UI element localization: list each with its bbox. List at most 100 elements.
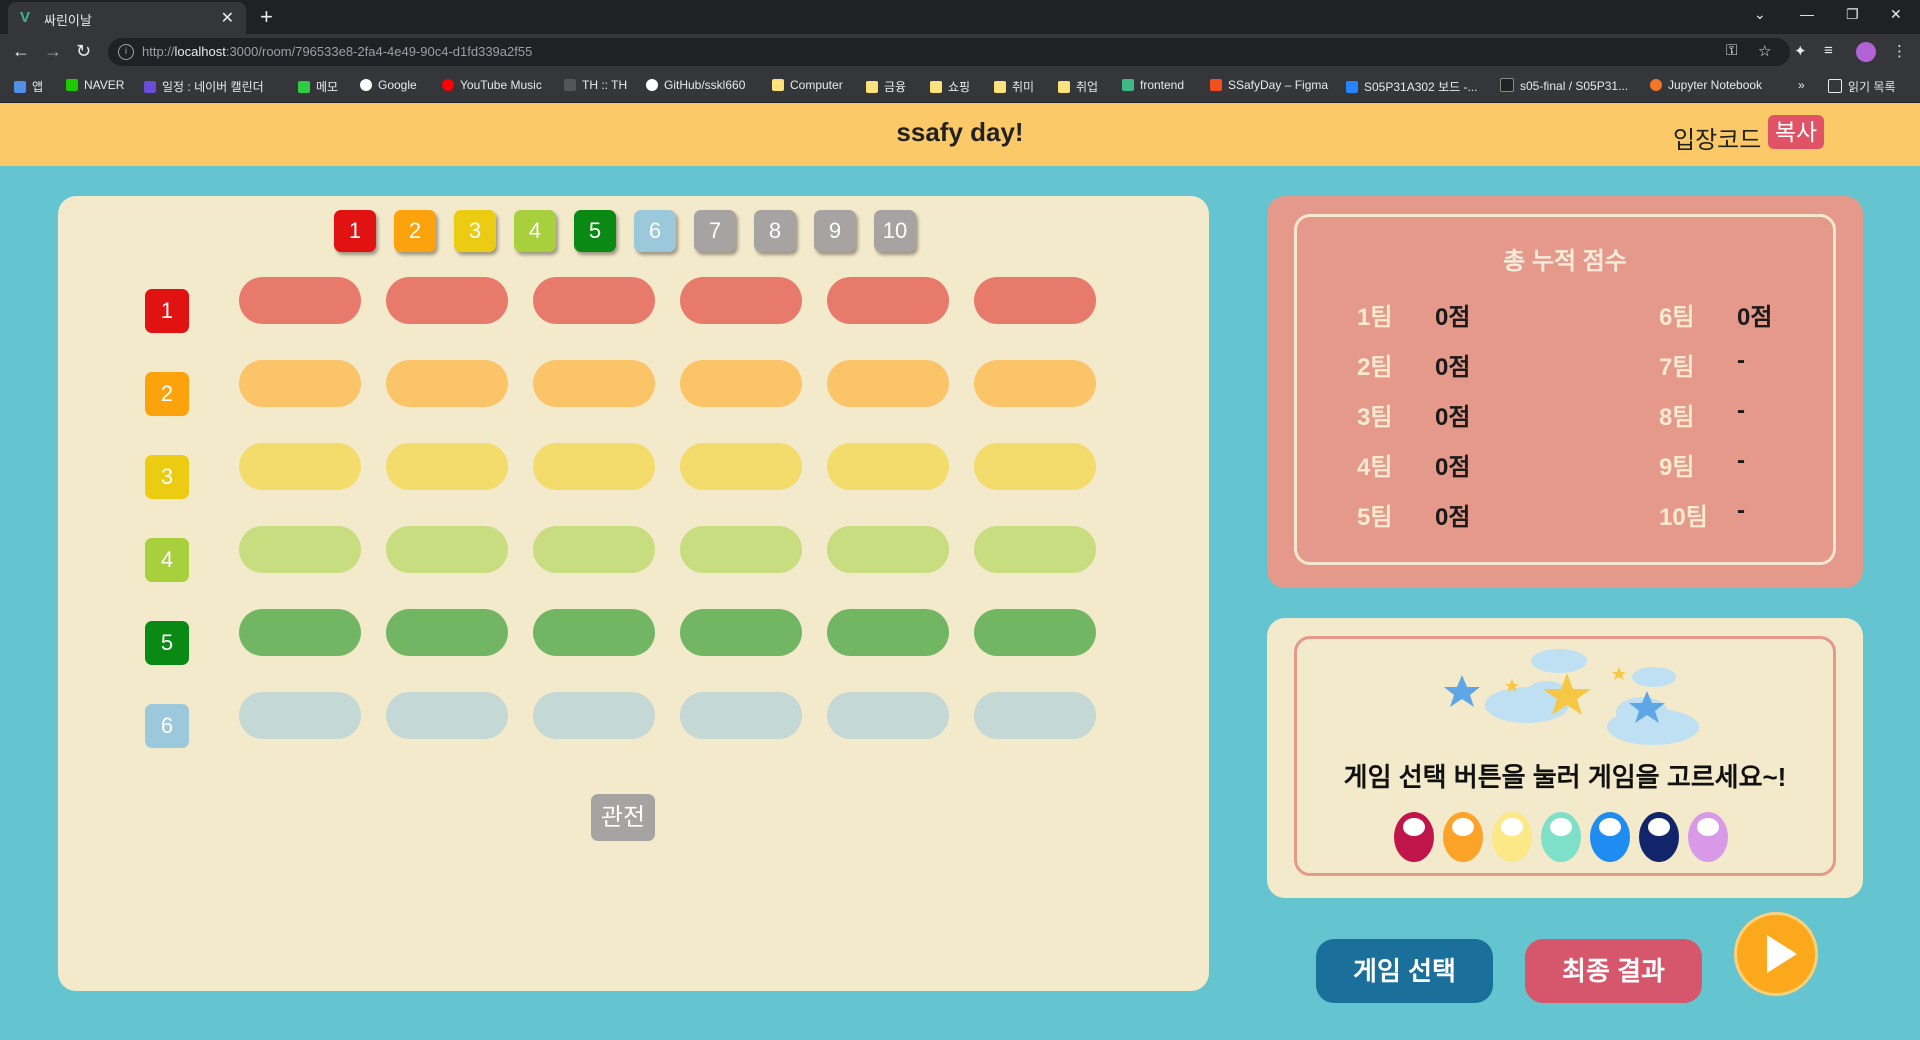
avatar[interactable] — [1856, 42, 1876, 62]
star-icon[interactable]: ☆ — [1758, 42, 1771, 60]
guide-panel: 게임 선택 버튼을 눌러 게임을 고르세요~! — [1267, 618, 1863, 898]
bookmark-folder-finance[interactable]: 금융 — [866, 78, 906, 95]
seat-slot[interactable] — [680, 692, 802, 739]
seat-slot[interactable] — [533, 609, 655, 656]
final-result-button[interactable]: 최종 결과 — [1525, 939, 1702, 1003]
seat-slot[interactable] — [533, 277, 655, 324]
seat-slot[interactable] — [827, 526, 949, 573]
seat-slot[interactable] — [239, 609, 361, 656]
seat-slot[interactable] — [533, 443, 655, 490]
seat-slot[interactable] — [239, 526, 361, 573]
seat-slot[interactable] — [827, 277, 949, 324]
seat-slot[interactable] — [533, 692, 655, 739]
menu-icon[interactable]: ⋮ — [1892, 42, 1907, 60]
seat-slot[interactable] — [239, 360, 361, 407]
more-bookmarks-icon[interactable]: » — [1798, 78, 1805, 92]
seat-slot[interactable] — [974, 443, 1096, 490]
select-game-button[interactable]: 게임 선택 — [1316, 939, 1493, 1003]
seat-slot[interactable] — [827, 360, 949, 407]
seat-slot[interactable] — [827, 692, 949, 739]
seat-slot[interactable] — [680, 443, 802, 490]
seat-slot[interactable] — [239, 277, 361, 324]
seat-slot[interactable] — [239, 443, 361, 490]
close-window-icon[interactable]: ✕ — [1890, 6, 1902, 23]
team-tab-8[interactable]: 8 — [754, 210, 796, 252]
team-seat-board: 1 2 3 4 5 6 7 8 9 10 123456 관전 — [58, 196, 1209, 991]
team-tab-3[interactable]: 3 — [454, 210, 496, 252]
bookmark-figma[interactable]: SSafyDay – Figma — [1210, 78, 1328, 92]
new-tab-icon[interactable]: + — [260, 4, 273, 30]
row-label-5: 5 — [145, 621, 189, 665]
seat-slot[interactable] — [827, 609, 949, 656]
play-icon — [1767, 935, 1797, 973]
bookmark-calendar[interactable]: 일정 : 네이버 캘린더 — [144, 78, 264, 95]
back-icon[interactable]: ← — [12, 41, 30, 62]
key-icon[interactable]: ⚿ — [1726, 42, 1737, 59]
bookmark-memo[interactable]: 메모 — [298, 78, 338, 95]
bookmark-folder-job[interactable]: 취업 — [1058, 78, 1098, 95]
seat-slot[interactable] — [533, 526, 655, 573]
team-tab-5[interactable]: 5 — [574, 210, 616, 252]
bookmark-youtube-music[interactable]: YouTube Music — [442, 78, 542, 92]
bookmark-naver[interactable]: NAVER — [66, 78, 124, 92]
seat-slot[interactable] — [974, 360, 1096, 407]
bookmark-jupyter[interactable]: Jupyter Notebook — [1650, 78, 1762, 92]
start-game-button[interactable] — [1734, 912, 1818, 996]
seat-slot[interactable] — [680, 609, 802, 656]
bookmark-frontend[interactable]: frontend — [1122, 78, 1184, 92]
seat-slot[interactable] — [386, 360, 508, 407]
seat-slot[interactable] — [974, 609, 1096, 656]
bookmark-apps[interactable]: 앱 — [14, 78, 43, 95]
team-points: 0점 — [1737, 304, 1773, 331]
seat-slot[interactable] — [533, 360, 655, 407]
team-tab-7[interactable]: 7 — [694, 210, 736, 252]
info-icon[interactable]: i — [118, 44, 134, 60]
seat-slot[interactable] — [827, 443, 949, 490]
seat-slot[interactable] — [974, 277, 1096, 324]
forward-icon[interactable]: → — [44, 41, 62, 62]
spectate-button[interactable]: 관전 — [591, 794, 655, 841]
profile-menu-icon[interactable]: ⌄ — [1754, 6, 1766, 23]
team-tab-4[interactable]: 4 — [514, 210, 556, 252]
seat-slot[interactable] — [680, 360, 802, 407]
seat-slot[interactable] — [974, 526, 1096, 573]
bookmark-folder-shopping[interactable]: 쇼핑 — [930, 78, 970, 95]
seat-slot[interactable] — [974, 692, 1096, 739]
reading-list-bookmark[interactable]: 읽기 목록 — [1828, 78, 1896, 95]
extensions-icon[interactable]: ✦ — [1794, 42, 1807, 60]
team-name: 4팀 — [1357, 454, 1393, 481]
bookmark-google[interactable]: Google — [360, 78, 417, 92]
address-bar[interactable]: i http://localhost:3000/room/796533e8-2f… — [108, 38, 1790, 66]
app-logo[interactable]: ssafy day! — [0, 117, 1920, 148]
team-name: 5팀 — [1357, 504, 1393, 531]
reload-icon[interactable]: ↻ — [76, 41, 91, 62]
seat-slot[interactable] — [386, 526, 508, 573]
seat-slot[interactable] — [386, 443, 508, 490]
bookmark-folder-hobby[interactable]: 취미 — [994, 78, 1034, 95]
restore-icon[interactable]: ❐ — [1846, 6, 1859, 23]
team-tab-6[interactable]: 6 — [634, 210, 676, 252]
browser-tab[interactable]: V 싸린이날 ✕ — [8, 2, 246, 34]
bookmark-gitlab[interactable]: s05-final / S05P31... — [1500, 78, 1628, 93]
copy-code-button[interactable]: 복사 — [1768, 115, 1824, 149]
bookmark-folder-computer[interactable]: Computer — [772, 78, 843, 92]
seat-slot[interactable] — [386, 609, 508, 656]
url-text[interactable]: http://localhost:3000/room/796533e8-2fa4… — [142, 44, 532, 59]
seat-slot[interactable] — [239, 692, 361, 739]
team-tab-10[interactable]: 10 — [874, 210, 916, 252]
team-tab-2[interactable]: 2 — [394, 210, 436, 252]
reading-list-icon[interactable]: ≡ — [1824, 42, 1833, 59]
team-tab-9[interactable]: 9 — [814, 210, 856, 252]
seat-slot[interactable] — [386, 277, 508, 324]
character-icon — [1688, 812, 1728, 862]
browser-tab-bar: V 싸린이날 ✕ + ⌄ — ❐ ✕ — [0, 0, 1920, 34]
bookmark-th[interactable]: TH :: TH — [564, 78, 627, 92]
minimize-icon[interactable]: — — [1800, 6, 1814, 22]
seat-slot[interactable] — [680, 277, 802, 324]
bookmark-github[interactable]: GitHub/sskl660 — [646, 78, 745, 92]
close-tab-icon[interactable]: ✕ — [221, 8, 234, 28]
seat-slot[interactable] — [680, 526, 802, 573]
seat-slot[interactable] — [386, 692, 508, 739]
team-tab-1[interactable]: 1 — [334, 210, 376, 252]
bookmark-jira-board[interactable]: S05P31A302 보드 -... — [1346, 78, 1477, 95]
